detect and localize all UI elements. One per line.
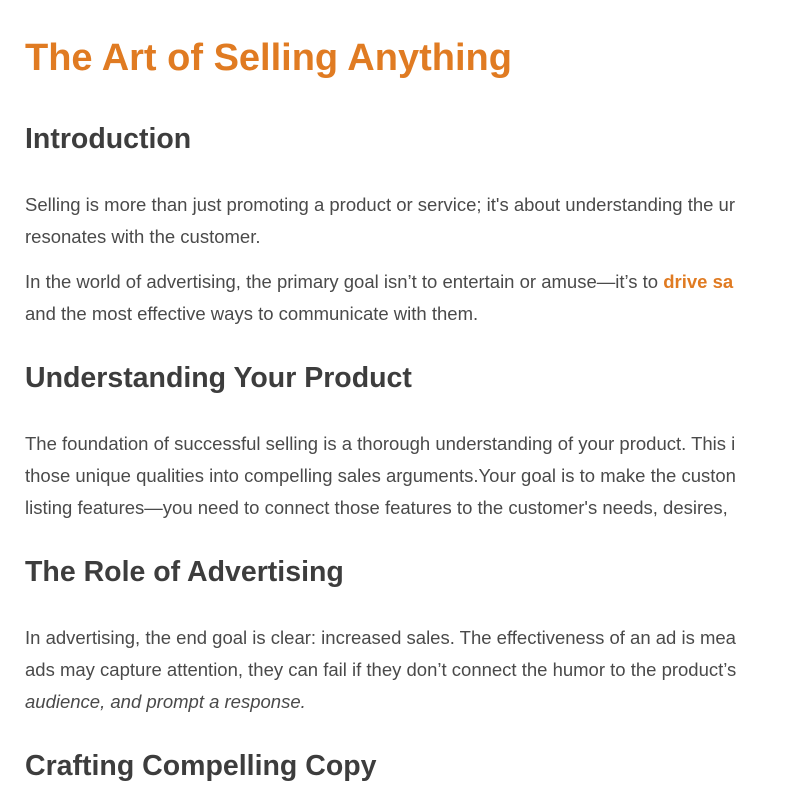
intro-paragraph-2-text: In the world of advertising, the primary… bbox=[25, 271, 664, 292]
page-title: The Art of Selling Anything bbox=[25, 37, 512, 79]
heading-role-of-advertising: The Role of Advertising bbox=[25, 556, 344, 588]
product-paragraph-line-2: those unique qualities into compelling s… bbox=[25, 465, 736, 486]
product-paragraph-line-1: The foundation of successful selling is … bbox=[25, 433, 736, 454]
advertising-paragraph-line-1: In advertising, the end goal is clear: i… bbox=[25, 627, 736, 648]
advertising-paragraph-line-3: audience, and prompt a response. bbox=[25, 691, 306, 712]
heading-introduction: Introduction bbox=[25, 123, 192, 155]
heading-understanding-product: Understanding Your Product bbox=[25, 362, 412, 394]
heading-crafting-copy: Crafting Compelling Copy bbox=[25, 750, 377, 782]
drive-sales-highlight: drive sa bbox=[663, 271, 734, 292]
intro-paragraph-1-line-2: resonates with the customer. bbox=[25, 226, 261, 247]
intro-paragraph-1-line-1: Selling is more than just promoting a pr… bbox=[25, 194, 736, 215]
intro-paragraph-2-line-1: In the world of advertising, the primary… bbox=[25, 266, 733, 298]
advertising-paragraph-line-2: ads may capture attention, they can fail… bbox=[25, 659, 737, 680]
product-paragraph-line-3: listing features—you need to connect tho… bbox=[25, 497, 728, 518]
intro-paragraph-2-line-2: and the most effective ways to communica… bbox=[25, 303, 479, 324]
